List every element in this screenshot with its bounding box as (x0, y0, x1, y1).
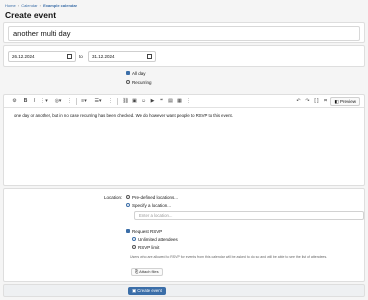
radio-checked-icon[interactable] (132, 237, 136, 242)
attach-files-label: Attach files (139, 269, 159, 274)
italic-icon[interactable]: I (31, 98, 38, 105)
media-icon[interactable]: ▶ (149, 98, 156, 105)
radio-unchecked-icon[interactable] (126, 195, 130, 200)
format-icon[interactable]: ⚙ (11, 98, 18, 105)
align-icon[interactable]: ≡▾ (79, 98, 89, 105)
description-editor: ⚙ B I ⋮▾ ◎▾ ⋮ ≡▾ ☰▾ ⋮ ⛓ ▣ ☺ ▶ ❝ ▤ ▦ ⋮ ↶ … (3, 94, 365, 186)
more-options-icon[interactable]: ⋮ (66, 98, 73, 105)
location-label: Location: (104, 195, 123, 200)
breadcrumb-separator: › (39, 3, 41, 8)
link-icon[interactable]: ⛓ (122, 98, 129, 105)
undo-icon[interactable]: ↶ (295, 98, 302, 105)
editor-toolbar: ⚙ B I ⋮▾ ◎▾ ⋮ ≡▾ ☰▾ ⋮ ⛓ ▣ ☺ ▶ ❝ ▤ ▦ ⋮ ↶ … (4, 95, 364, 108)
image-icon[interactable]: ▣ (131, 98, 138, 105)
quote-icon[interactable]: ❝ (158, 98, 165, 105)
breadcrumb-example-calendar[interactable]: Example calendar (43, 3, 77, 8)
attach-files-button[interactable]: ⎘ Attach files (131, 268, 163, 276)
location-card: Location: Pre-defined locations... Speci… (3, 188, 365, 282)
breadcrumb-home[interactable]: Home (5, 3, 16, 8)
date-to-label: to (79, 54, 83, 59)
toolbar-separator (117, 98, 118, 105)
more-text-icon[interactable]: ⋮▾ (39, 98, 49, 105)
radio-unchecked-icon[interactable] (132, 245, 136, 250)
more-insert-icon[interactable]: ⋮ (185, 98, 192, 105)
predefined-locations-radio[interactable]: Pre-defined locations... (126, 195, 178, 201)
recurring-label: Recurring (132, 80, 152, 85)
checkbox-checked-icon[interactable] (126, 229, 130, 234)
start-date-input[interactable]: 26.12.2024 (8, 51, 76, 62)
title-card: another multi day (3, 22, 365, 43)
checkbox-checked-icon[interactable] (126, 71, 130, 76)
breadcrumb-separator: › (17, 3, 20, 8)
end-date-value: 31.12.2024 (92, 54, 115, 59)
location-input[interactable]: Enter a location... (134, 211, 364, 220)
bold-icon[interactable]: B (22, 98, 29, 105)
form-footer: ▣ Create event (3, 284, 365, 297)
request-rsvp-label: Request RSVP (132, 229, 163, 234)
end-date-input[interactable]: 31.12.2024 (88, 51, 156, 62)
predefined-locations-label: Pre-defined locations... (132, 195, 179, 200)
unlimited-attendees-radio[interactable]: Unlimited attendees (132, 237, 178, 243)
toggle-icon[interactable]: ⌗ (322, 98, 329, 105)
specify-location-label: Specify a location... (132, 203, 172, 208)
breadcrumb: Home › Calendar › Example calendar (5, 3, 77, 8)
editor-content[interactable]: one day or another, but in no case recur… (14, 113, 356, 119)
all-day-checkbox[interactable]: All day (126, 71, 146, 77)
unlimited-attendees-label: Unlimited attendees (138, 237, 178, 242)
calendar-icon[interactable] (67, 54, 72, 59)
create-event-button[interactable]: ▣ Create event (128, 287, 166, 295)
preview-button[interactable]: ◧ Preview (330, 97, 360, 106)
more-list-icon[interactable]: ⋮ (107, 98, 114, 105)
page-title: Create event (5, 10, 57, 20)
dates-card: 26.12.2024 to 31.12.2024 (3, 45, 365, 67)
all-day-label: All day (132, 71, 146, 76)
rsvp-limit-label: RSVP limit (138, 245, 160, 250)
create-event-label: Create event (137, 288, 162, 293)
source-code-icon[interactable]: [ ] (313, 98, 320, 105)
breadcrumb-calendar[interactable]: Calendar (21, 3, 37, 8)
redo-icon[interactable]: ↷ (304, 98, 311, 105)
specify-location-radio[interactable]: Specify a location... (126, 203, 171, 209)
checkbox-unchecked-icon[interactable] (126, 80, 130, 85)
start-date-value: 26.12.2024 (12, 54, 35, 59)
request-rsvp-checkbox[interactable]: Request RSVP (126, 229, 162, 235)
rsvp-hint: Users who are allowed to RSVP for events… (130, 255, 328, 259)
radio-checked-icon[interactable] (126, 203, 130, 208)
rsvp-limit-radio[interactable]: RSVP limit (132, 245, 159, 251)
preview-label: Preview (339, 99, 356, 104)
recurring-checkbox[interactable]: Recurring (126, 80, 152, 86)
spoiler-icon[interactable]: ▤ (167, 98, 174, 105)
table-icon[interactable]: ▦ (176, 98, 183, 105)
event-title-input[interactable]: another multi day (8, 26, 360, 41)
list-icon[interactable]: ☰▾ (93, 98, 103, 105)
toolbar-separator (76, 98, 77, 105)
emoji-icon[interactable]: ☺ (140, 98, 147, 105)
text-color-icon[interactable]: ◎▾ (53, 98, 63, 105)
calendar-icon[interactable] (147, 54, 152, 59)
